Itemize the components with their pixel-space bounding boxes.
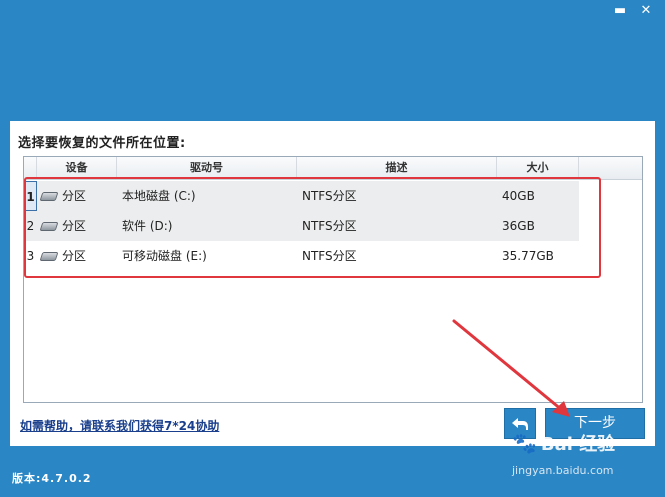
help-link[interactable]: 如需帮助，请联系我们获得7*24协助: [20, 417, 219, 434]
watermark: 🐾 Bai 经验 jingyan.baidu.com: [512, 430, 662, 494]
watermark-brand: Bai 经验: [540, 434, 616, 455]
header-index: [24, 157, 37, 179]
selection-highlight-box: [24, 177, 601, 278]
close-button[interactable]: ✕: [633, 0, 659, 20]
window-controls: ▬ ✕: [607, 0, 659, 20]
paw-icon: 🐾: [512, 431, 537, 455]
minimize-button[interactable]: ▬: [607, 0, 633, 20]
location-prompt: 选择要恢复的文件所在位置:: [18, 136, 186, 151]
header-drive[interactable]: 驱动号: [117, 157, 297, 179]
annotation-arrow-icon: [452, 319, 570, 417]
watermark-logo: 🐾 Bai 经验: [512, 430, 615, 456]
watermark-url: jingyan.baidu.com: [512, 464, 614, 477]
header-filler: [579, 157, 642, 179]
header-size[interactable]: 大小: [497, 157, 579, 179]
version-label: 版本:4.7.0.2: [12, 472, 92, 485]
header-description[interactable]: 描述: [297, 157, 497, 179]
header-device[interactable]: 设备: [37, 157, 117, 179]
